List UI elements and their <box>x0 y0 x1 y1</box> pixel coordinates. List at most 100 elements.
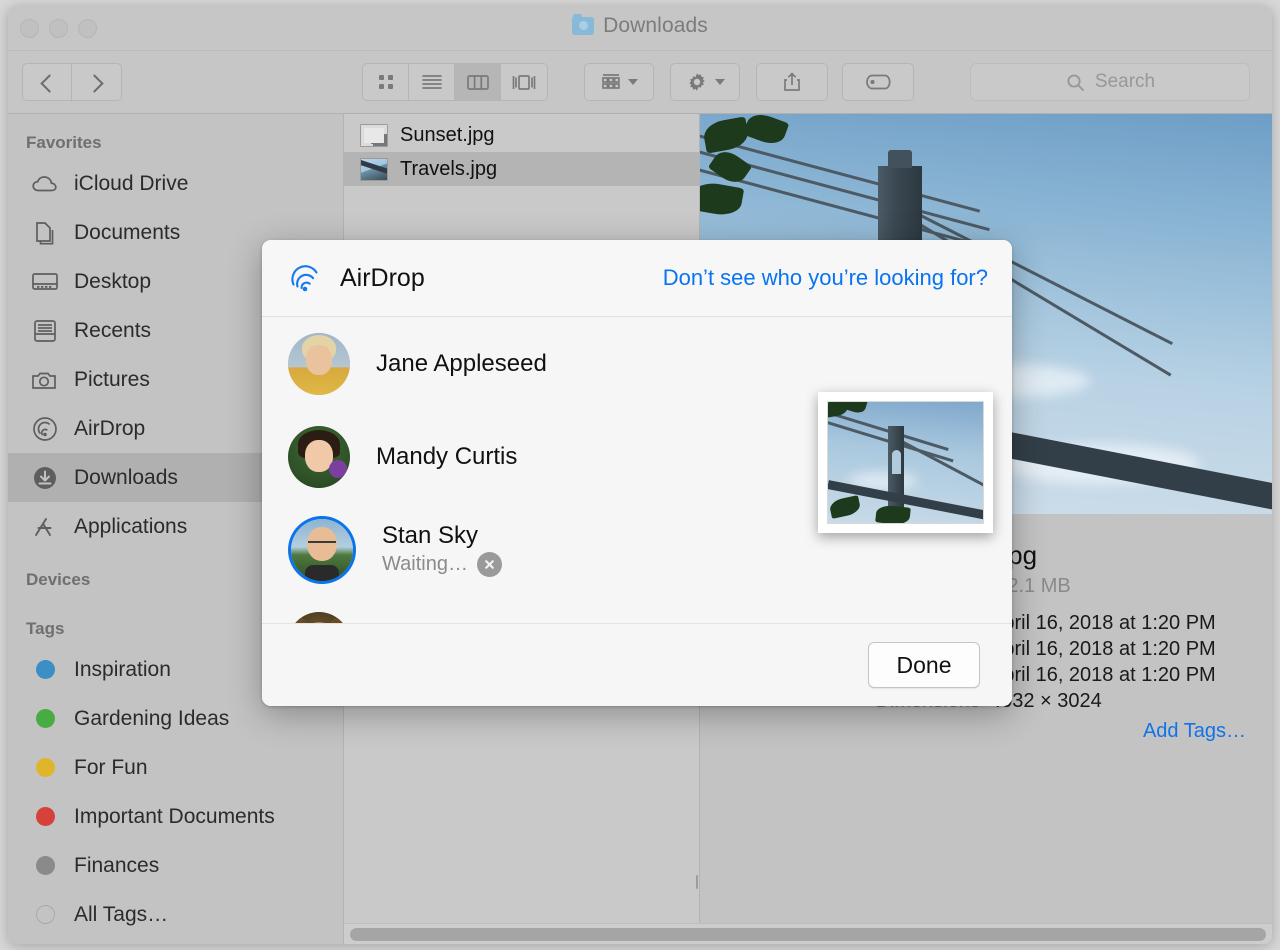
chevron-down-icon <box>715 79 725 85</box>
share-icon <box>781 70 803 94</box>
file-name: Travels.jpg <box>400 158 497 181</box>
sidebar-item-label: Applications <box>74 515 187 539</box>
gallery-icon <box>510 71 538 93</box>
downloads-folder-icon <box>572 17 594 35</box>
group-icon <box>600 71 622 93</box>
sidebar-item-tag-finances[interactable]: Finances <box>8 841 343 890</box>
transfer-status: Waiting… <box>382 552 502 577</box>
list-item[interactable]: Sunset.jpg <box>344 118 699 152</box>
avatar <box>291 519 353 581</box>
navigation-buttons <box>22 63 122 101</box>
view-switcher <box>362 63 548 101</box>
sidebar-item-label: Inspiration <box>74 658 171 682</box>
sidebar-item-tag-important-documents[interactable]: Important Documents <box>8 792 343 841</box>
sidebar-item-label: Important Documents <box>74 805 275 829</box>
action-button[interactable] <box>670 63 740 101</box>
back-button[interactable] <box>23 64 72 102</box>
file-name: Sunset.jpg <box>400 124 495 147</box>
search-field[interactable]: Search <box>970 63 1250 101</box>
recipient-info: Mandy Curtis <box>376 443 517 471</box>
recipient-info: Jane Appleseed <box>376 350 547 378</box>
desktop-icon <box>30 267 60 297</box>
sidebar-item-label: Gardening Ideas <box>74 707 229 731</box>
gallery-view-button[interactable] <box>501 64 547 100</box>
documents-icon <box>30 218 60 248</box>
sidebar-item-all-tags[interactable]: All Tags… <box>8 890 343 939</box>
dragged-file-thumbnail[interactable] <box>818 392 993 533</box>
columns-icon <box>465 71 491 93</box>
tag-dot-icon <box>30 851 60 881</box>
sidebar-item-label: For Fun <box>74 756 148 780</box>
grid-icon <box>375 71 397 93</box>
chevron-left-icon <box>40 74 58 92</box>
finder-window: Downloads <box>8 6 1272 944</box>
search-placeholder: Search <box>1095 71 1155 93</box>
forward-button[interactable] <box>72 64 121 102</box>
airdrop-icon <box>288 261 322 295</box>
tag-icon <box>863 72 893 92</box>
airdrop-help-link[interactable]: Don’t see who you’re looking for? <box>663 265 988 291</box>
airdrop-dialog-title: AirDrop <box>340 264 425 293</box>
column-view-button[interactable] <box>455 64 501 100</box>
done-button[interactable]: Done <box>868 642 980 688</box>
list-item[interactable]: Liz Titus <box>262 596 1012 623</box>
avatar <box>288 612 350 624</box>
avatar <box>288 333 350 395</box>
recipient-info: Stan Sky Waiting… <box>382 522 502 577</box>
image-thumbnail-icon <box>360 124 388 147</box>
search-icon <box>1065 72 1086 93</box>
list-icon <box>420 71 444 93</box>
recipient-name: Jane Appleseed <box>376 350 547 377</box>
sidebar-item-label: Pictures <box>74 368 150 392</box>
tag-dot-icon <box>30 802 60 832</box>
camera-icon <box>30 365 60 395</box>
recents-icon <box>30 316 60 346</box>
metadata-value: 4032 × 3024 <box>990 690 1248 713</box>
arrange-button[interactable] <box>584 63 654 101</box>
sidebar-item-label: Finances <box>74 854 159 878</box>
toolbar: Search <box>8 51 1272 114</box>
sidebar-item-label: Recents <box>74 319 151 343</box>
list-item[interactable]: Travels.jpg <box>344 152 699 186</box>
airdrop-dialog-header: AirDrop Don’t see who you’re looking for… <box>262 240 1012 317</box>
manhattan-bridge-photo <box>827 401 984 524</box>
sidebar-item-label: Downloads <box>74 466 178 490</box>
title-bar: Downloads <box>8 6 1272 51</box>
status-text: Waiting… <box>382 553 468 576</box>
image-thumbnail-icon <box>360 158 388 181</box>
tags-button[interactable] <box>842 63 914 101</box>
chevron-right-icon <box>85 74 103 92</box>
window-title-text: Downloads <box>603 14 708 38</box>
metadata-value: April 16, 2018 at 1:20 PM <box>990 664 1248 687</box>
add-tags-link[interactable]: Add Tags… <box>700 720 1248 743</box>
sidebar-item-label: Desktop <box>74 270 151 294</box>
sidebar-item-label: AirDrop <box>74 417 145 441</box>
icon-view-button[interactable] <box>363 64 409 100</box>
airdrop-dialog-footer: Done <box>262 623 1012 706</box>
scrollbar-thumb[interactable] <box>350 928 1266 941</box>
list-view-button[interactable] <box>409 64 455 100</box>
tag-dot-outline-icon <box>30 900 60 930</box>
applications-icon <box>30 512 60 542</box>
metadata-value: April 16, 2018 at 1:20 PM <box>990 638 1248 661</box>
window-title: Downloads <box>8 14 1272 38</box>
sidebar-item-label: All Tags… <box>74 903 168 927</box>
tag-dot-icon <box>30 655 60 685</box>
horizontal-scrollbar[interactable] <box>344 923 1272 944</box>
chevron-down-icon <box>628 79 638 85</box>
avatar <box>288 426 350 488</box>
sidebar-item-icloud-drive[interactable]: iCloud Drive <box>8 159 343 208</box>
recipient-name: Mandy Curtis <box>376 443 517 470</box>
sidebar-item-tag-for-fun[interactable]: For Fun <box>8 743 343 792</box>
recipient-name: Stan Sky <box>382 522 478 549</box>
sidebar-item-label: Documents <box>74 221 180 245</box>
downloads-icon <box>30 463 60 493</box>
sidebar-header-favorites: Favorites <box>8 124 343 159</box>
cancel-icon[interactable] <box>477 552 502 577</box>
metadata-value: April 16, 2018 at 1:20 PM <box>990 612 1248 635</box>
sidebar-item-label: iCloud Drive <box>74 172 188 196</box>
airdrop-icon <box>30 414 60 444</box>
tag-dot-icon <box>30 704 60 734</box>
cloud-icon <box>30 169 60 199</box>
share-button[interactable] <box>756 63 828 101</box>
